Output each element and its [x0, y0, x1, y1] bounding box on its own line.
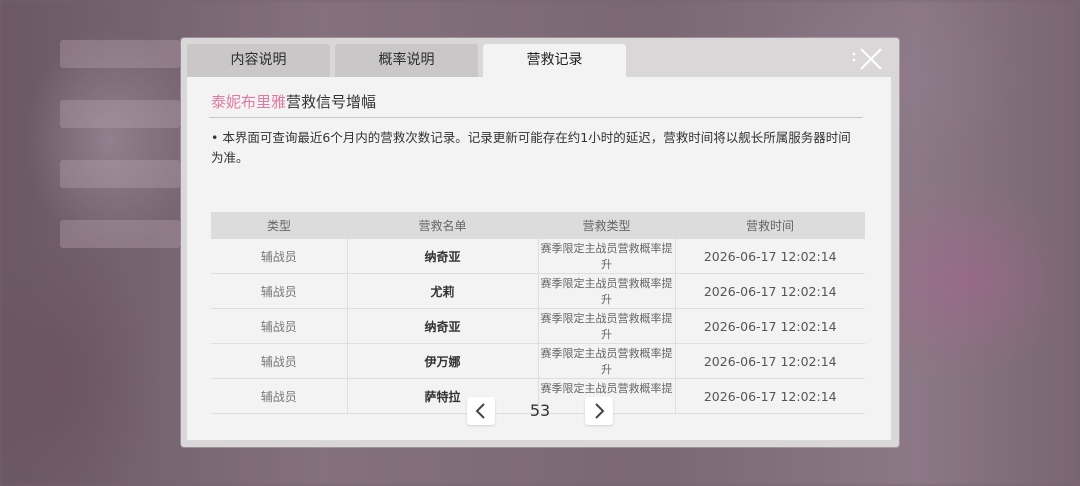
cell-rescue-type: 赛季限定主战员营救概率提升 [538, 273, 676, 309]
cell-time: 2026-06-17 12:02:14 [675, 343, 865, 379]
cell-type: 辅战员 [211, 239, 348, 274]
tab-content-description[interactable]: 内容说明 [187, 44, 330, 77]
chevron-right-icon [595, 403, 605, 419]
cell-name: 尤莉 [347, 273, 539, 309]
cell-rescue-type: 赛季限定主战员营救概率提升 [538, 308, 676, 344]
title-highlight: 泰妮布里雅 [211, 93, 287, 111]
cell-time: 2026-06-17 12:02:14 [675, 378, 865, 414]
cell-rescue-type: 赛季限定主战员营救概率提升 [538, 343, 676, 379]
table-row: 辅战员 尤莉 赛季限定主战员营救概率提升 2026-06-17 12:02:14 [211, 273, 865, 309]
rescue-record-dialog: 内容说明 概率说明 营救记录 泰妮布里雅营救信号增幅 • 本界面可查询最近6个月… [181, 38, 899, 447]
table-row: 辅战员 纳奇亚 赛季限定主战员营救概率提升 2026-06-17 12:02:1… [211, 239, 865, 274]
cell-time: 2026-06-17 12:02:14 [675, 273, 865, 309]
cell-name: 伊万娜 [347, 343, 539, 379]
cell-name: 萨特拉 [347, 378, 539, 414]
rescue-record-table: 类型 营救名单 营救类型 营救时间 辅战员 纳奇亚 赛季限定主战员营救概率提升 … [211, 212, 865, 414]
cell-name: 纳奇亚 [347, 239, 539, 274]
table-row: 辅战员 伊万娜 赛季限定主战员营救概率提升 2026-06-17 12:02:1… [211, 343, 865, 379]
column-header-rescue-type: 营救类型 [538, 212, 675, 239]
column-header-time: 营救时间 [675, 212, 865, 239]
title-rest: 营救信号增幅 [286, 93, 377, 111]
next-page-button[interactable] [585, 397, 613, 425]
prev-page-button[interactable] [467, 397, 495, 425]
tab-content-panel: 泰妮布里雅营救信号增幅 • 本界面可查询最近6个月内的营救次数记录。记录更新可能… [187, 77, 891, 440]
cell-rescue-type: 赛季限定主战员营救概率提升 [538, 239, 676, 274]
tab-rescue-record[interactable]: 营救记录 [483, 44, 626, 77]
chevron-left-icon [475, 403, 485, 419]
cell-time: 2026-06-17 12:02:14 [675, 308, 865, 344]
cell-name: 纳奇亚 [347, 308, 539, 344]
cell-type: 辅战员 [211, 308, 348, 344]
page-number: 53 [529, 401, 551, 420]
table-row: 辅战员 纳奇亚 赛季限定主战员营救概率提升 2026-06-17 12:02:1… [211, 308, 865, 344]
description-text: • 本界面可查询最近6个月内的营救次数记录。记录更新可能存在约1小时的延迟，营救… [211, 130, 851, 165]
cell-type: 辅战员 [211, 273, 348, 309]
cell-type: 辅战员 [211, 343, 348, 379]
cell-time: 2026-06-17 12:02:14 [675, 239, 865, 274]
cell-type: 辅战员 [211, 378, 348, 414]
close-icon [852, 48, 882, 70]
column-header-type: 类型 [211, 212, 347, 239]
column-header-name: 营救名单 [347, 212, 538, 239]
tab-probability-description[interactable]: 概率说明 [335, 44, 478, 77]
page-title: 泰妮布里雅营救信号增幅 [211, 91, 376, 112]
divider [209, 117, 863, 118]
table-header-row: 类型 营救名单 营救类型 营救时间 [211, 212, 865, 239]
close-button[interactable] [851, 46, 887, 72]
